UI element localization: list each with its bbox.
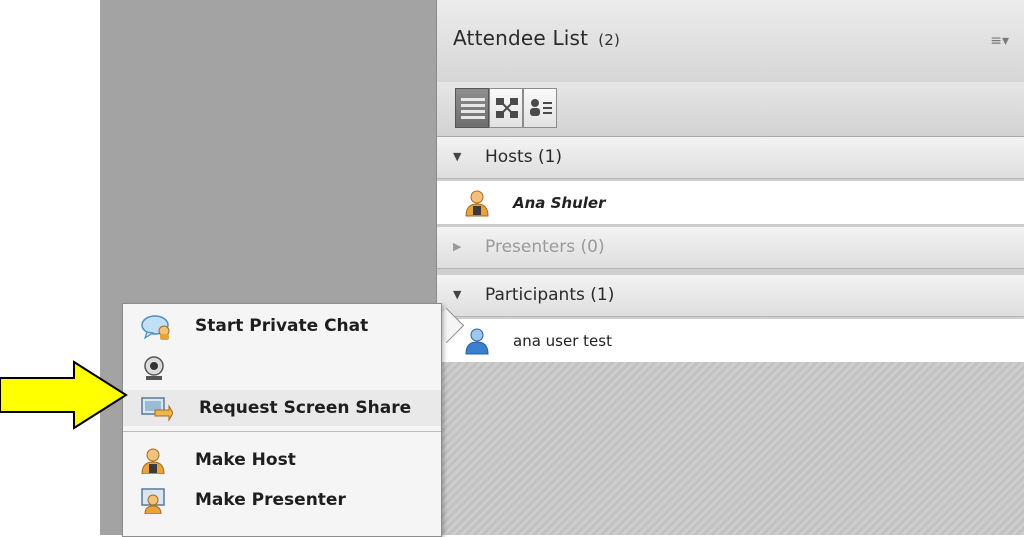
group-participants[interactable]: ▼ Participants (1) [437, 275, 1024, 317]
attendee-name: ana user test [513, 332, 612, 350]
pod-header: Attendee List (2) ≡▾ [437, 0, 1024, 83]
pod-title: Attendee List (2) [453, 26, 620, 50]
menu-item-label: Request Screen Share [199, 398, 412, 418]
presenter-icon [141, 488, 165, 514]
group-hosts-label: Hosts (1) [485, 147, 563, 167]
group-hosts[interactable]: ▼ Hosts (1) [437, 137, 1024, 179]
menu-item-make-presenter[interactable]: Make Presenter [123, 482, 441, 518]
attendee-count: (2) [598, 31, 621, 49]
collapsed-triangle-icon[interactable]: ▶ [453, 240, 461, 253]
participant-avatar-icon [465, 328, 489, 355]
group-presenters[interactable]: ▶ Presenters (0) [437, 227, 1024, 269]
menu-item-label: Start Private Chat [195, 316, 369, 336]
expanded-triangle-icon[interactable]: ▼ [453, 288, 461, 301]
menu-item-label: Make Presenter [195, 490, 346, 510]
attendee-row-host[interactable]: Ana Shuler [437, 181, 1024, 225]
group-presenters-label: Presenters (0) [485, 237, 605, 257]
list-view-icon [461, 98, 485, 119]
group-participants-label: Participants (1) [485, 285, 615, 305]
expanded-triangle-icon[interactable]: ▼ [453, 150, 461, 163]
menu-item-label: Make Host [195, 450, 296, 470]
host-icon [141, 448, 165, 474]
attendee-name: Ana Shuler [513, 194, 606, 212]
attendee-row-participant[interactable]: ana user test [437, 319, 1024, 363]
webcam-icon [144, 356, 164, 380]
menu-item-webcam[interactable] [123, 350, 441, 386]
grid-view-button[interactable] [489, 88, 523, 128]
chat-bubble-icon [141, 315, 170, 340]
menu-item-start-private-chat[interactable]: Start Private Chat [123, 308, 441, 344]
person-list-icon [530, 99, 552, 116]
attendee-list-pod: Attendee List (2) ≡▾ ▼ Hosts (1) Ana Shu… [436, 0, 1024, 535]
yellow-arrow-icon [0, 360, 128, 430]
menu-item-make-host[interactable]: Make Host [123, 442, 441, 478]
menu-divider [123, 431, 441, 432]
grid-view-icon [496, 98, 518, 118]
pod-options-menu-icon[interactable]: ≡▾ [990, 33, 1009, 49]
menu-item-request-screen-share[interactable]: Request Screen Share [123, 390, 441, 426]
attendee-context-menu: Start Private Chat Request Screen Share … [122, 303, 442, 537]
pod-title-text: Attendee List [453, 26, 589, 50]
host-avatar-icon [465, 190, 489, 217]
screen-share-icon [141, 397, 173, 422]
list-view-button[interactable] [455, 88, 489, 128]
person-list-button[interactable] [523, 88, 557, 128]
empty-list-area [437, 362, 1024, 535]
view-toolbar [437, 82, 1024, 137]
